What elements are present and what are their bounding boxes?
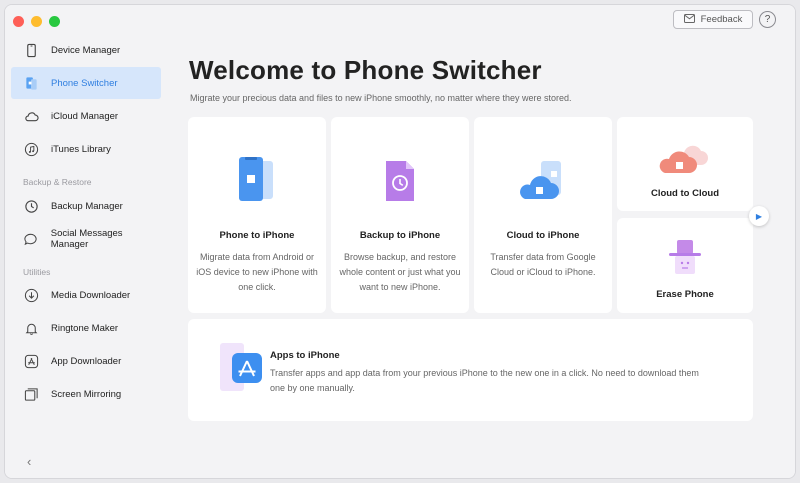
page-title: Welcome to Phone Switcher: [189, 55, 542, 85]
sidebar: Device Manager Phone Switcher iCloud Man…: [5, 5, 165, 478]
app-store-icon: [23, 353, 39, 369]
card-description: Migrate data from Android or iOS device …: [196, 252, 318, 292]
download-icon: [23, 287, 39, 303]
collapse-sidebar-button[interactable]: ‹: [27, 454, 31, 469]
card-phone-to-iphone[interactable]: Phone to iPhone Migrate data from Androi…: [188, 117, 326, 313]
cloud-to-iphone-illustration: [474, 157, 612, 207]
minimize-window-button[interactable]: [31, 16, 42, 27]
help-button[interactable]: ?: [759, 11, 776, 28]
sidebar-item-media-downloader[interactable]: Media Downloader: [11, 279, 161, 311]
section-utilities: Utilities: [23, 267, 51, 277]
apps-to-iphone-illustration: [216, 343, 264, 400]
sidebar-item-app-downloader[interactable]: App Downloader: [11, 345, 161, 377]
sidebar-item-label: Ringtone Maker: [51, 322, 119, 334]
phone-switch-icon: [23, 75, 39, 91]
card-erase-phone[interactable]: Erase Phone: [617, 218, 753, 313]
cloud-to-cloud-illustration: [617, 137, 753, 181]
clock-icon: [23, 198, 39, 214]
screen-mirror-icon: [23, 386, 39, 402]
erase-phone-illustration: [617, 238, 753, 282]
card-title: Phone to iPhone: [219, 230, 295, 241]
card-backup-to-iphone[interactable]: Backup to iPhone Browse backup, and rest…: [331, 117, 469, 313]
sidebar-item-backup-manager[interactable]: Backup Manager: [11, 190, 161, 222]
backup-to-iphone-illustration: [331, 157, 469, 207]
card-title: Apps to iPhone: [270, 350, 340, 361]
app-window: Device Manager Phone Switcher iCloud Man…: [4, 4, 796, 479]
sidebar-item-label: iTunes Library: [51, 143, 111, 155]
phone-icon: [23, 42, 39, 58]
feedback-button[interactable]: Feedback: [673, 10, 753, 29]
sidebar-item-label: Social Messages Manager: [50, 228, 123, 250]
mail-icon: [683, 13, 695, 26]
main-content: Feedback ? Welcome to Phone Switcher Mig…: [165, 5, 795, 478]
sidebar-item-screen-mirroring[interactable]: Screen Mirroring: [11, 378, 161, 410]
section-backup-restore: Backup & Restore: [23, 177, 92, 187]
card-title: Cloud to Cloud: [650, 188, 720, 199]
music-note-icon: [23, 141, 39, 157]
sidebar-item-ringtone-maker[interactable]: Ringtone Maker: [11, 312, 161, 344]
sidebar-item-label: Phone Switcher: [51, 77, 118, 89]
sidebar-item-label: iCloud Manager: [51, 110, 119, 122]
phone-to-iphone-illustration: [188, 157, 326, 207]
card-cloud-to-cloud[interactable]: Cloud to Cloud: [617, 117, 753, 211]
card-cloud-to-iphone[interactable]: Cloud to iPhone Transfer data from Googl…: [474, 117, 612, 313]
sidebar-item-itunes-library[interactable]: iTunes Library: [11, 133, 161, 165]
window-controls: [13, 16, 60, 27]
card-apps-to-iphone[interactable]: Apps to iPhone Transfer apps and app dat…: [188, 319, 753, 421]
sidebar-item-icloud-manager[interactable]: iCloud Manager: [11, 100, 161, 132]
page-subtitle: Migrate your precious data and files to …: [190, 93, 572, 103]
sidebar-item-label: Backup Manager: [51, 200, 123, 212]
cloud-icon: [23, 108, 39, 124]
card-title: Cloud to iPhone: [506, 230, 580, 241]
card-title: Erase Phone: [656, 289, 714, 300]
card-description: Browse backup, and restore whole content…: [339, 252, 461, 292]
sidebar-item-phone-switcher[interactable]: Phone Switcher: [11, 67, 161, 99]
card-description: Transfer data from Google Cloud or iClou…: [490, 252, 596, 277]
chat-icon: [23, 231, 39, 247]
close-window-button[interactable]: [13, 16, 24, 27]
next-page-button[interactable]: ▶: [749, 206, 769, 226]
sidebar-item-social-messages-manager[interactable]: Social Messages Manager: [11, 223, 161, 255]
sidebar-item-label: Device Manager: [51, 44, 121, 56]
zoom-window-button[interactable]: [49, 16, 60, 27]
bell-icon: [23, 320, 39, 336]
sidebar-item-device-manager[interactable]: Device Manager: [11, 34, 161, 66]
sidebar-item-label: App Downloader: [51, 355, 122, 367]
sidebar-item-label: Screen Mirroring: [51, 388, 122, 400]
card-title: Backup to iPhone: [359, 230, 441, 241]
card-description: Transfer apps and app data from your pre…: [270, 368, 699, 393]
feedback-label: Feedback: [700, 14, 743, 25]
sidebar-item-label: Media Downloader: [51, 289, 131, 301]
